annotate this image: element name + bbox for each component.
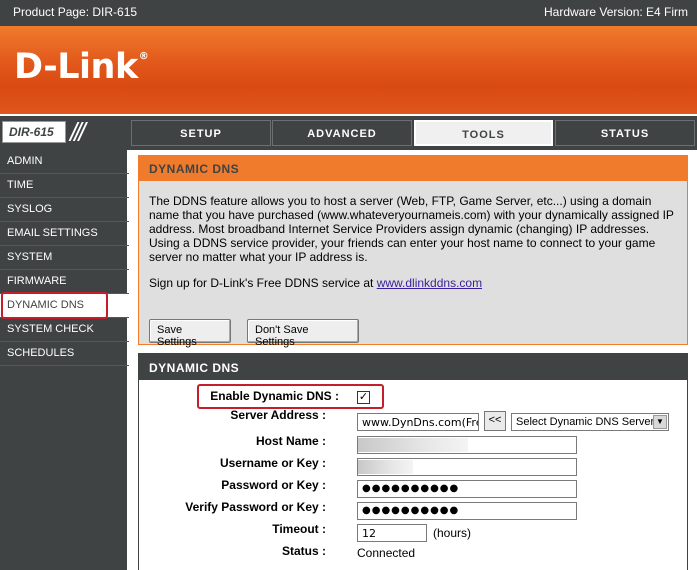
sidebar-item-time[interactable]: TIME xyxy=(0,174,129,198)
main-content: DYNAMIC DNS The DDNS feature allows you … xyxy=(138,150,697,570)
product-page-label: Product Page: DIR-615 xyxy=(13,5,138,19)
intro-title: DYNAMIC DNS xyxy=(139,156,687,181)
status-label: Status : xyxy=(281,544,326,558)
copy-server-button[interactable]: << xyxy=(484,411,506,431)
tab-status[interactable]: STATUS xyxy=(555,120,695,146)
host-name-redacted xyxy=(358,438,468,452)
chevron-down-icon: ▼ xyxy=(653,415,667,429)
intro-description: The DDNS feature allows you to host a se… xyxy=(149,194,674,264)
model-badge: DIR-615 xyxy=(2,121,66,143)
username-redacted xyxy=(358,460,413,474)
signup-text: Sign up for D-Link's Free DDNS service a… xyxy=(149,276,377,290)
verify-password-label: Verify Password or Key : xyxy=(185,500,326,514)
dynamic-dns-form-panel: DYNAMIC DNS Enable Dynamic DNS : ✓ Serve… xyxy=(138,353,688,570)
trademark-mark: ® xyxy=(138,51,149,62)
tab-tools[interactable]: TOOLS xyxy=(414,120,553,146)
hardware-version-label: Hardware Version: E4 Firm xyxy=(544,5,689,19)
verify-password-input[interactable]: ●●●●●●●●●● xyxy=(357,502,577,520)
dynamic-dns-highlight-box xyxy=(1,292,108,319)
ddns-server-select[interactable]: Select Dynamic DNS Server ▼ xyxy=(511,413,669,431)
model-slashes: /// xyxy=(70,117,86,147)
intro-panel: DYNAMIC DNS The DDNS feature allows you … xyxy=(138,155,688,348)
dlinkddns-link[interactable]: www.dlinkddns.com xyxy=(377,276,482,290)
brand-banner: D-Link® xyxy=(0,26,697,114)
host-name-label: Host Name : xyxy=(255,434,326,448)
save-settings-button[interactable]: Save Settings xyxy=(149,319,231,348)
sidebar-item-system[interactable]: SYSTEM xyxy=(0,246,129,270)
sidebar-item-syslog[interactable]: SYSLOG xyxy=(0,198,129,222)
server-address-input[interactable]: www.DynDns.com(Free) xyxy=(357,413,479,431)
timeout-label: Timeout : xyxy=(272,522,326,536)
sidebar-item-system-check[interactable]: SYSTEM CHECK xyxy=(0,318,129,342)
timeout-input[interactable]: 12 xyxy=(357,524,427,542)
username-label: Username or Key : xyxy=(219,456,326,470)
main-nav: DIR-615 /// SETUP ADVANCED TOOLS STATUS xyxy=(0,114,697,150)
tab-setup[interactable]: SETUP xyxy=(131,120,271,146)
dlink-logo: D-Link® xyxy=(14,47,149,87)
tab-advanced[interactable]: ADVANCED xyxy=(272,120,412,146)
username-input[interactable] xyxy=(357,458,577,476)
ddns-server-select-value: Select Dynamic DNS Server xyxy=(516,416,655,428)
sidebar: ADMIN TIME SYSLOG EMAIL SETTINGS SYSTEM … xyxy=(0,150,131,570)
status-value: Connected xyxy=(357,546,416,560)
logo-text: D-Link xyxy=(14,47,138,87)
sidebar-item-firmware[interactable]: FIRMWARE xyxy=(0,270,129,294)
dont-save-settings-button[interactable]: Don't Save Settings xyxy=(247,319,359,348)
host-name-input[interactable] xyxy=(357,436,577,454)
signup-line: Sign up for D-Link's Free DDNS service a… xyxy=(149,276,482,290)
enable-ddns-label: Enable Dynamic DNS : xyxy=(210,389,339,403)
top-info-bar: Product Page: DIR-615 Hardware Version: … xyxy=(0,0,697,26)
server-address-label: Server Address : xyxy=(230,408,326,422)
sidebar-item-email-settings[interactable]: EMAIL SETTINGS xyxy=(0,222,129,246)
form-title: DYNAMIC DNS xyxy=(139,354,687,380)
enable-ddns-checkbox[interactable]: ✓ xyxy=(357,391,370,404)
password-label: Password or Key : xyxy=(221,478,326,492)
sidebar-item-schedules[interactable]: SCHEDULES xyxy=(0,342,129,366)
sidebar-item-admin[interactable]: ADMIN xyxy=(0,150,129,174)
password-input[interactable]: ●●●●●●●●●● xyxy=(357,480,577,498)
timeout-unit: (hours) xyxy=(433,526,472,540)
